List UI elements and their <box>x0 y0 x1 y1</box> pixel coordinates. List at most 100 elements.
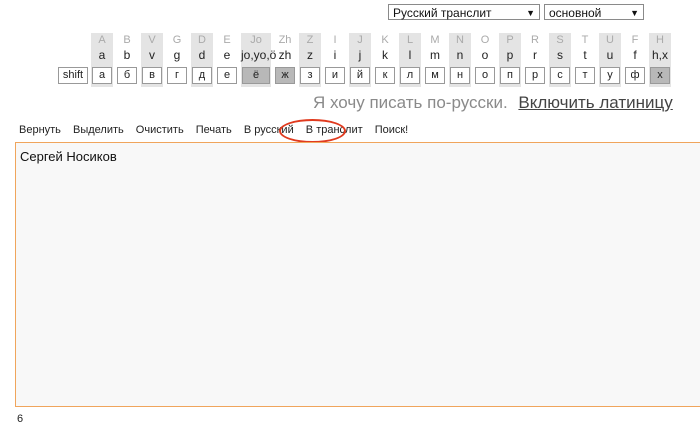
cyrillic-key-l[interactable]: л <box>400 67 420 84</box>
latin-upper-label: E <box>223 34 231 46</box>
cyrillic-key-i[interactable]: и <box>325 67 345 84</box>
latin-lower-label: zh <box>278 48 292 62</box>
shift-key[interactable]: shift <box>58 67 88 84</box>
language-line: Я хочу писать по-русски. Включить латини… <box>313 93 673 113</box>
latin-upper-label: B <box>123 34 131 46</box>
cyrillic-key-m[interactable]: м <box>425 67 445 84</box>
language-text: Я хочу писать по-русски. <box>313 93 508 112</box>
key-column-a: Aaа <box>91 33 113 87</box>
cyrillic-key-o[interactable]: о <box>475 67 495 84</box>
cyrillic-key-r[interactable]: р <box>525 67 545 84</box>
cyrillic-key-k[interactable]: к <box>375 67 395 84</box>
key-column-o: Ooо <box>474 33 496 87</box>
select-all-button[interactable]: Выделить <box>73 124 124 136</box>
latin-upper-label: O <box>480 34 490 46</box>
chevron-down-icon: ▼ <box>526 8 535 18</box>
key-column-e: Eeе <box>216 33 238 87</box>
cyrillic-key-jo[interactable]: ё <box>242 67 270 84</box>
key-column-u: Uuу <box>599 33 621 87</box>
key-column-b: Bbб <box>116 33 138 87</box>
latin-upper-label: J <box>357 34 363 46</box>
key-column-m: Mmм <box>424 33 446 87</box>
toolbar: Вернуть Выделить Очистить Печать В русск… <box>19 124 417 136</box>
cyrillic-key-u[interactable]: у <box>600 67 620 84</box>
latin-lower-label: r <box>533 48 537 62</box>
cyrillic-key-e[interactable]: е <box>217 67 237 84</box>
latin-lower-label: a <box>98 48 106 62</box>
latin-upper-label: U <box>606 34 614 46</box>
latin-lower-label: l <box>408 48 412 62</box>
enable-latin-link[interactable]: Включить латиницу <box>518 93 672 112</box>
key-column-l: Llл <box>399 33 421 87</box>
latin-lower-label: v <box>149 48 155 62</box>
key-column-d: Ddд <box>191 33 213 87</box>
cyrillic-key-s[interactable]: с <box>550 67 570 84</box>
cyrillic-key-v[interactable]: в <box>142 67 162 84</box>
latin-upper-label: Z <box>306 34 314 46</box>
text-editor[interactable]: Сергей Носиков <box>15 142 700 407</box>
latin-upper-label: L <box>406 34 414 46</box>
search-button[interactable]: Поиск! <box>375 124 409 136</box>
clear-button[interactable]: Очистить <box>136 124 184 136</box>
latin-lower-label: f <box>633 48 637 62</box>
latin-upper-label: G <box>172 34 182 46</box>
cyrillic-key-p[interactable]: п <box>500 67 520 84</box>
latin-upper-label: S <box>556 34 564 46</box>
to-translit-button[interactable]: В транслит <box>306 124 363 136</box>
latin-lower-label: s <box>557 48 563 62</box>
latin-upper-label: I <box>333 34 337 46</box>
latin-upper-label: H <box>656 34 664 46</box>
cyrillic-key-d[interactable]: д <box>192 67 212 84</box>
print-button[interactable]: Печать <box>196 124 232 136</box>
layout-select[interactable]: основной ▼ <box>544 4 644 20</box>
latin-lower-label: b <box>123 48 131 62</box>
latin-lower-label: d <box>198 48 206 62</box>
key-column-h: Hh,x х <box>649 33 671 87</box>
cyrillic-key-t[interactable]: т <box>575 67 595 84</box>
latin-lower-label: k <box>382 48 388 62</box>
key-column-zh: Zh zh ж <box>274 33 296 87</box>
latin-lower-label: n <box>456 48 464 62</box>
latin-upper-label: P <box>506 34 514 46</box>
latin-lower-label: u <box>606 48 614 62</box>
to-russian-button[interactable]: В русский <box>244 124 294 136</box>
undo-button[interactable]: Вернуть <box>19 124 61 136</box>
key-column-k: Kkк <box>374 33 396 87</box>
key-column-p: Ppп <box>499 33 521 87</box>
key-column-r: Rrр <box>524 33 546 87</box>
cyrillic-key-z[interactable]: з <box>300 67 320 84</box>
latin-upper-label: K <box>381 34 389 46</box>
latin-upper-label: N <box>456 34 464 46</box>
latin-upper-label: D <box>198 34 206 46</box>
cyrillic-key-g[interactable]: г <box>167 67 187 84</box>
cyrillic-key-h[interactable]: х <box>650 67 670 84</box>
latin-lower-label: j <box>358 48 362 62</box>
latin-lower-label: t <box>583 48 587 62</box>
key-column-t: Ttт <box>574 33 596 87</box>
cyrillic-key-zh[interactable]: ж <box>275 67 295 84</box>
latin-lower-label: p <box>506 48 514 62</box>
cyrillic-key-b[interactable]: б <box>117 67 137 84</box>
character-counter: 6 <box>17 413 24 425</box>
cyrillic-key-n[interactable]: н <box>450 67 470 84</box>
key-column-jo: Jo jo,yo,ö ё <box>241 33 276 87</box>
key-column-v: Vvв <box>141 33 163 87</box>
latin-lower-label: g <box>173 48 181 62</box>
latin-upper-label: R <box>531 34 539 46</box>
key-column-i: Iiи <box>324 33 346 87</box>
key-column-n: Nnн <box>449 33 471 87</box>
latin-upper-label: M <box>430 34 440 46</box>
latin-upper-label: Zh <box>278 34 292 46</box>
latin-upper-label: T <box>581 34 589 46</box>
latin-upper-label: V <box>148 34 156 46</box>
key-column-s: Ssс <box>549 33 571 87</box>
transliteration-mode-select[interactable]: Русский транслит ▼ <box>388 4 540 20</box>
cyrillic-key-f[interactable]: ф <box>625 67 645 84</box>
key-column-f: Ffф <box>624 33 646 87</box>
cyrillic-key-a[interactable]: а <box>92 67 112 84</box>
latin-upper-label: A <box>98 34 106 46</box>
mode-select-value: Русский транслит <box>393 6 492 20</box>
latin-lower-label: i <box>333 48 337 62</box>
cyrillic-key-j[interactable]: й <box>350 67 370 84</box>
key-column-g: Ggг <box>166 33 188 87</box>
